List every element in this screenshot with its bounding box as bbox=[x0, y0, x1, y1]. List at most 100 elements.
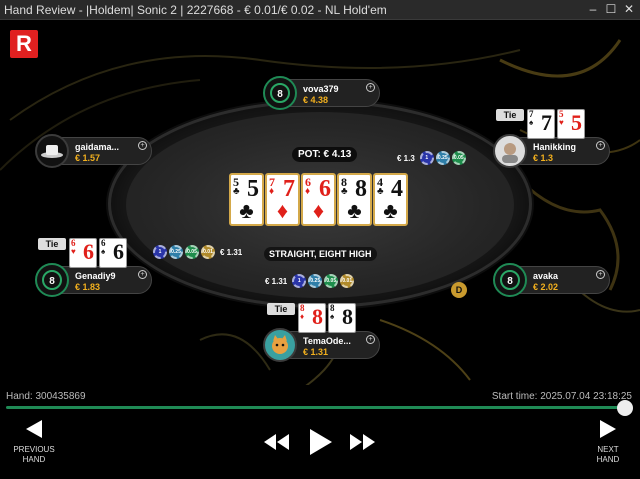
player-stack: € 1.83 bbox=[75, 282, 101, 292]
previous-hand-label-1: PREVIOUS bbox=[13, 445, 55, 454]
card-rank-large: 6 bbox=[113, 239, 124, 264]
bet-amount: € 1.31 bbox=[220, 247, 243, 257]
chip-005: 0.05 bbox=[451, 151, 466, 165]
brand-logo: R bbox=[10, 30, 38, 58]
card-suit: ♣ bbox=[341, 186, 348, 197]
dealer-button: D bbox=[451, 282, 467, 298]
card-suit: ♦ bbox=[305, 186, 311, 197]
hole-card: 7 ♠ 7 bbox=[527, 109, 555, 139]
card-rank-large: 6 bbox=[83, 239, 94, 264]
play-icon bbox=[310, 429, 332, 455]
pot-label: POT: € 4.13 bbox=[292, 147, 358, 162]
player-stack: € 1.3 bbox=[533, 153, 554, 163]
player-stack: € 4.38 bbox=[303, 95, 329, 105]
card-suit: ♠ bbox=[529, 118, 534, 127]
hat-icon bbox=[41, 145, 63, 158]
hole-cards-left-lower: Tie 6 ♥ 6 6 ♠ 6 bbox=[38, 238, 127, 268]
svg-text:8: 8 bbox=[507, 276, 513, 287]
bet-left-lower: 1 0.25 0.05 0.01 € 1.31 bbox=[153, 245, 242, 259]
hole-card: 8 ♠ 8 bbox=[328, 303, 356, 333]
card-suit-large: ♣ bbox=[347, 198, 362, 223]
888-logo-icon: 8 bbox=[270, 83, 290, 103]
seat-top[interactable]: 8 vova379 € 4.38 + bbox=[263, 76, 380, 110]
add-note-icon[interactable]: + bbox=[138, 141, 147, 150]
board-card: 7 ♦ 7 ♦ bbox=[265, 173, 300, 226]
hole-card: 6 ♥ 6 bbox=[69, 238, 97, 268]
bet-bottom: € 1.31 1 0.25 0.05 0.01 bbox=[265, 274, 355, 288]
bet-right-upper: € 1.3 1 0.25 0.05 bbox=[397, 151, 466, 165]
hand-id: Hand: 300435869 bbox=[6, 391, 86, 402]
chip-001: 0.01 bbox=[201, 245, 215, 259]
card-suit: ♠ bbox=[330, 312, 335, 321]
maximize-icon[interactable]: ☐ bbox=[604, 2, 618, 16]
card-suit: ♠ bbox=[101, 247, 106, 256]
next-hand-button[interactable]: NEXT HAND bbox=[586, 419, 630, 465]
triangle-right-icon bbox=[600, 420, 616, 438]
window-title: Hand Review - |Holdem| Sonic 2 | 2227668… bbox=[4, 3, 387, 17]
board-card: 5 ♣ 5 ♣ bbox=[229, 173, 264, 226]
svg-text:8: 8 bbox=[49, 276, 55, 287]
player-stack: € 1.57 bbox=[75, 153, 101, 163]
tie-badge: Tie bbox=[38, 238, 66, 250]
seat-right-upper[interactable]: Hanikking € 1.3 + bbox=[493, 134, 610, 168]
triangle-left-icon bbox=[26, 420, 42, 438]
replay-progress-thumb[interactable] bbox=[617, 400, 633, 416]
chip-1: 1 bbox=[419, 151, 434, 165]
replay-progress-track[interactable] bbox=[6, 406, 622, 409]
rewind-button[interactable] bbox=[264, 434, 290, 455]
card-suit: ♥ bbox=[71, 247, 76, 256]
card-suit-large: ♦ bbox=[312, 198, 325, 223]
face-icon bbox=[502, 143, 518, 163]
minimize-icon[interactable]: – bbox=[586, 2, 600, 16]
board-card: 8 ♣ 8 ♣ bbox=[337, 173, 372, 226]
player-name: vova379 bbox=[303, 84, 339, 94]
add-note-icon[interactable]: + bbox=[366, 335, 375, 344]
player-name: avaka bbox=[533, 271, 559, 281]
hat-avatar bbox=[35, 134, 69, 168]
fast-forward-button[interactable] bbox=[350, 434, 376, 455]
add-note-icon[interactable]: + bbox=[596, 141, 605, 150]
player-name: Genadiy9 bbox=[75, 271, 116, 281]
player-stack: € 1.31 bbox=[303, 347, 329, 357]
card-rank-large: 8 bbox=[312, 304, 323, 329]
chip-025: 0.25 bbox=[435, 151, 450, 165]
888-logo-icon: 8 bbox=[42, 270, 62, 290]
hole-cards-right-upper: Tie 7 ♠ 7 5 ♥ 5 bbox=[496, 109, 585, 139]
face-avatar bbox=[493, 134, 527, 168]
seat-left-upper[interactable]: gaidama... € 1.57 + bbox=[35, 134, 152, 168]
card-suit: ♣ bbox=[233, 186, 240, 197]
888-logo-avatar: 8 bbox=[263, 76, 297, 110]
start-time: Start time: 2025.07.04 23:18:25 bbox=[491, 391, 632, 402]
888-logo-avatar: 8 bbox=[493, 263, 527, 297]
board-card: 4 ♣ 4 ♣ bbox=[373, 173, 408, 226]
card-suit: ♥ bbox=[559, 118, 564, 127]
add-note-icon[interactable]: + bbox=[596, 270, 605, 279]
tie-badge: Tie bbox=[496, 109, 524, 121]
chip-001: 0.01 bbox=[340, 274, 355, 288]
add-note-icon[interactable]: + bbox=[138, 270, 147, 279]
title-bar: Hand Review - |Holdem| Sonic 2 | 2227668… bbox=[0, 0, 640, 20]
cat-icon bbox=[272, 335, 288, 354]
previous-hand-label-2: HAND bbox=[22, 455, 46, 464]
card-suit: ♦ bbox=[269, 186, 275, 197]
seat-right-lower[interactable]: 8 avaka € 2.02 + bbox=[493, 263, 610, 297]
seat-left-lower[interactable]: 8 Genadiy9 € 1.83 + bbox=[35, 263, 152, 297]
card-suit-large: ♣ bbox=[383, 198, 398, 223]
card-rank-large: 8 bbox=[342, 304, 353, 329]
chip-005: 0.05 bbox=[185, 245, 199, 259]
chip-1: 1 bbox=[292, 274, 307, 288]
player-stack: € 2.02 bbox=[533, 282, 559, 292]
player-name: Hanikking bbox=[533, 142, 577, 152]
chip-005: 0.05 bbox=[324, 274, 339, 288]
card-suit: ♦ bbox=[300, 312, 305, 321]
add-note-icon[interactable]: + bbox=[366, 83, 375, 92]
card-suit: ♣ bbox=[377, 186, 384, 197]
seat-bottom[interactable]: TemaOde... € 1.31 + bbox=[263, 328, 380, 362]
888-logo-icon: 8 bbox=[500, 270, 520, 290]
hole-cards-bottom: Tie 8 ♦ 8 8 ♠ 8 bbox=[267, 303, 356, 333]
close-icon[interactable]: ✕ bbox=[622, 2, 636, 16]
play-button[interactable] bbox=[309, 429, 333, 460]
chip-025: 0.25 bbox=[169, 245, 183, 259]
player-name: TemaOde... bbox=[303, 336, 351, 346]
previous-hand-button[interactable]: PREVIOUS HAND bbox=[12, 419, 56, 465]
